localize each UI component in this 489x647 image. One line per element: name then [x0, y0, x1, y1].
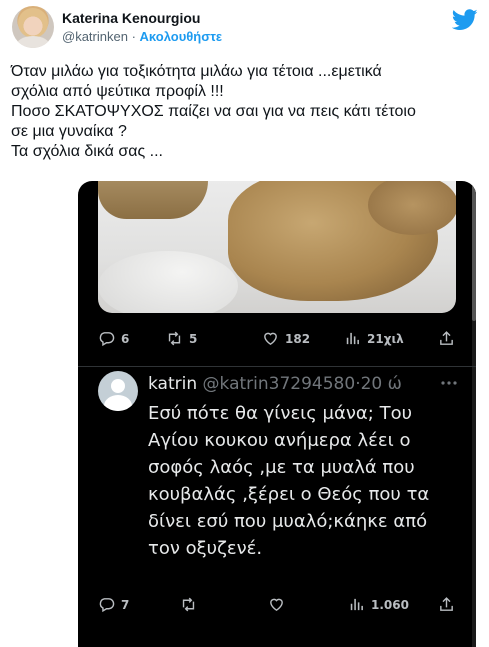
reply-line: κουβαλάς ,ξέρει ο Θεός που τα: [148, 484, 430, 505]
retweet-action: 5: [166, 330, 197, 347]
tweet-line: Τα σχόλια δικά σας ...: [11, 143, 163, 160]
reply-action: 6: [98, 330, 129, 347]
retweet-icon: [182, 597, 195, 612]
tweet-line: σε μια γυναίκα ?: [11, 123, 127, 140]
reply-reply-action: 7: [98, 596, 129, 613]
analytics-icon: [346, 332, 359, 345]
share-icon: [440, 331, 453, 345]
reply-line: δίνει εσύ που μυαλό;κάηκε από: [148, 511, 428, 532]
view-count: 21χιλ: [367, 331, 404, 346]
embedded-tweet-card: Katerina Kenourgiou @katrinken · Ακολουθ…: [0, 0, 489, 647]
like-action: 182: [262, 330, 310, 347]
share-action: [438, 330, 455, 347]
like-count: 182: [285, 331, 311, 346]
tweet-line: σχόλια από ψεύτικα προφίλ !!!: [11, 83, 224, 100]
author-name[interactable]: Katerina Kenourgiou: [62, 10, 200, 26]
tweet-line: Όταν μιλάω για τοξικότητα μιλάω για τέτο…: [11, 63, 382, 80]
reply-view-count: 1.060: [371, 597, 409, 612]
reply-text: Εσύ πότε θα γίνεις μάνα; Του Αγίου κουκο…: [148, 400, 468, 562]
more-dots-icon: [441, 381, 457, 385]
reply-action-bar: 7 1.060: [98, 596, 458, 616]
author-handle-line: @katrinken · Ακολουθήστε: [62, 29, 222, 44]
handle-separator: ·: [131, 29, 136, 44]
reply-icon: [99, 598, 115, 613]
reply-avatar: [98, 371, 138, 411]
tweet-text: Όταν μιλάω για τοξικότητα μιλάω για τέτο…: [11, 62, 481, 162]
author-handle[interactable]: @katrinken: [62, 29, 128, 44]
reply-views-action: 1.060: [348, 596, 409, 613]
retweet-icon: [168, 331, 181, 346]
twitter-bird-icon[interactable]: [452, 9, 478, 31]
reply-like-action: [268, 596, 291, 613]
reply-line: τον οξυζενέ.: [148, 538, 263, 559]
post-divider: [78, 366, 476, 367]
boots-photo: [98, 181, 456, 313]
reply-author-name: katrin: [148, 374, 198, 394]
reply-icon: [99, 332, 115, 347]
follow-link[interactable]: Ακολουθήστε: [140, 29, 223, 44]
heart-icon: [264, 332, 277, 346]
reply-retweet-action: [180, 596, 203, 613]
share-icon: [440, 597, 453, 611]
reply-header: katrin @katrin37294580·20 ώ: [148, 374, 402, 394]
reply-line: Εσύ πότε θα γίνεις μάνα; Του: [148, 403, 413, 424]
reply-reply-count: 7: [121, 597, 130, 612]
views-action: 21χιλ: [344, 330, 404, 347]
reply-share-action: [438, 596, 455, 613]
screenshot-scrollbar: [472, 181, 476, 647]
attached-screenshot[interactable]: 6 5 182 21χιλ katrin @katrin37294580·20 …: [78, 181, 476, 647]
reply-line: Αγίου κουκου ανήμερα λέει ο: [148, 430, 411, 451]
reply-time: 20 ώ: [360, 374, 402, 394]
reply-line: σοφός λαός ,με τα μυαλά που: [148, 457, 415, 478]
reply-count: 6: [121, 331, 130, 346]
post-action-bar: 6 5 182 21χιλ: [98, 330, 458, 350]
heart-icon: [270, 598, 283, 612]
author-avatar[interactable]: [12, 6, 54, 48]
reply-author-handle: @katrin37294580: [202, 374, 356, 394]
tweet-line: Ποσο ΣΚΑΤΟΨΥΧΟΣ παίζει να σαι για να πει…: [11, 103, 416, 120]
retweet-count: 5: [189, 331, 198, 346]
analytics-icon: [350, 598, 363, 611]
